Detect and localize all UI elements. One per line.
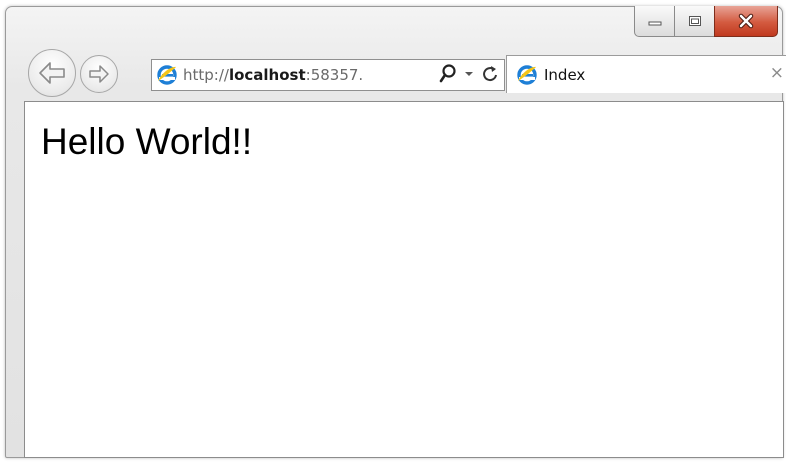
maximize-icon — [688, 16, 701, 26]
caption-buttons — [634, 6, 778, 37]
back-arrow-icon — [39, 62, 65, 84]
forward-arrow-icon — [89, 65, 109, 83]
refresh-icon[interactable] — [481, 64, 499, 84]
chevron-down-icon[interactable] — [464, 70, 474, 78]
url-text[interactable]: http://localhost:58357. — [183, 66, 391, 84]
maximize-button[interactable] — [674, 6, 715, 37]
close-button[interactable] — [714, 6, 778, 37]
tab-close-button[interactable]: × — [770, 65, 784, 82]
close-icon — [738, 13, 754, 29]
navigation-bar: http://localhost:58357. Index × — [20, 47, 786, 97]
address-tools — [439, 64, 499, 84]
minimize-icon — [648, 21, 661, 26]
url-suffix: :58357. — [305, 66, 364, 84]
tab-index[interactable]: Index × — [506, 55, 786, 93]
page-heading: Hello World!! — [41, 121, 253, 162]
minimize-button[interactable] — [634, 6, 675, 37]
url-prefix: http:// — [183, 66, 229, 84]
address-bar[interactable]: http://localhost:58357. — [151, 59, 505, 91]
url-host: localhost — [228, 66, 306, 84]
tab-title: Index — [544, 65, 586, 84]
back-button[interactable] — [28, 49, 76, 97]
browser-window: http://localhost:58357. Index × Hello Wo… — [5, 6, 786, 458]
ie-icon — [517, 64, 537, 85]
search-icon[interactable] — [439, 64, 457, 84]
page-content: Hello World!! — [24, 101, 784, 458]
forward-button[interactable] — [80, 55, 118, 93]
ie-icon — [157, 65, 177, 85]
